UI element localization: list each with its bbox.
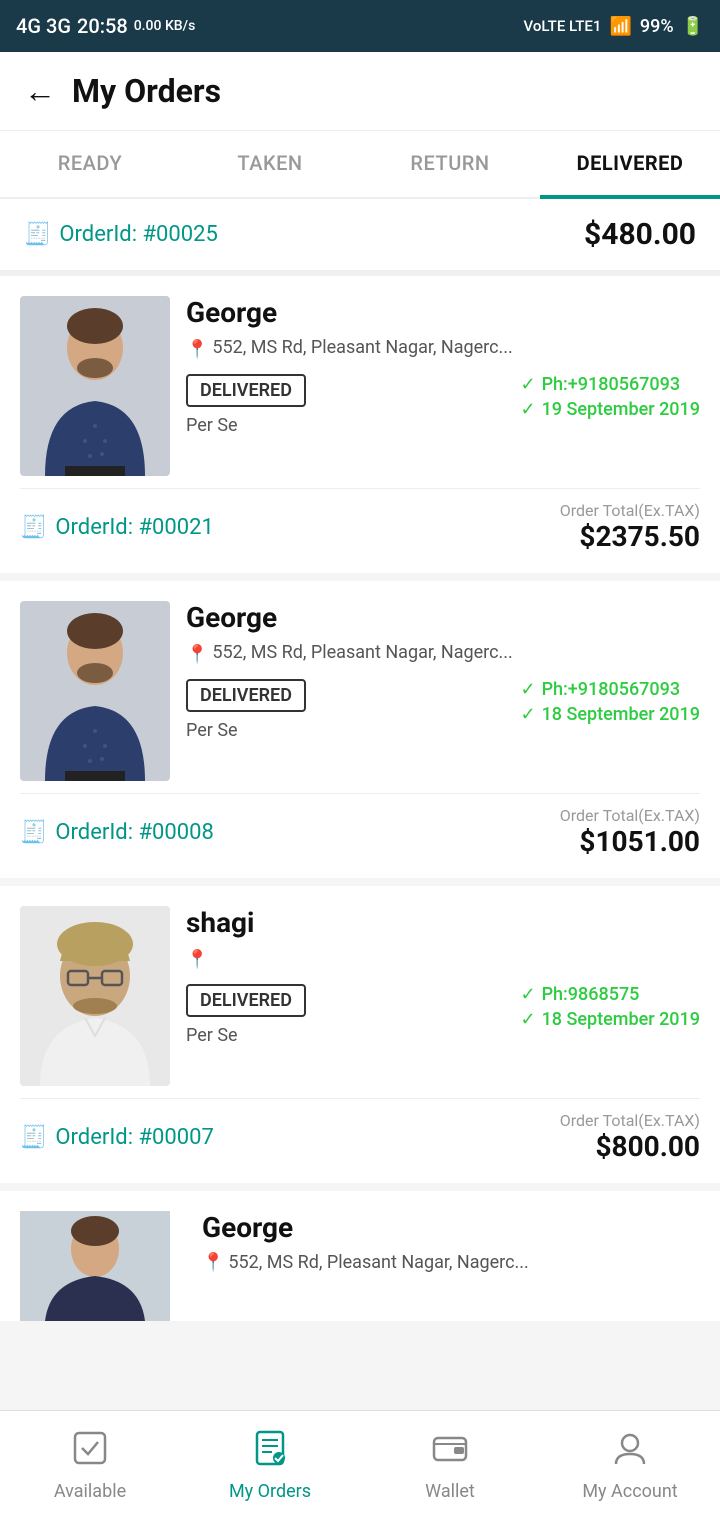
delivery-by: Per Se — [186, 720, 306, 741]
account-icon — [612, 1430, 648, 1475]
tab-taken[interactable]: TAKEN — [180, 131, 360, 197]
summary-amount: $480.00 — [584, 217, 696, 252]
order-total-amount: $1051.00 — [579, 825, 700, 858]
receipt-icon-4: 🧾 — [20, 1125, 47, 1150]
bottom-nav: Available My Orders Wallet My Account — [0, 1410, 720, 1520]
card-bottom: 🧾 OrderId: #00007 Order Total(Ex.TAX) $8… — [20, 1098, 700, 1163]
tab-ready[interactable]: READY — [0, 131, 180, 197]
page-title: My Orders — [72, 72, 221, 110]
receipt-icon-3: 🧾 — [20, 820, 47, 845]
available-icon — [72, 1430, 108, 1475]
card-bottom: 🧾 OrderId: #00008 Order Total(Ex.TAX) $1… — [20, 793, 700, 858]
back-button[interactable]: ← — [24, 72, 56, 110]
network-indicator: 4G 3G — [16, 14, 71, 38]
location-icon-partial: 📍 — [202, 1252, 224, 1273]
check-icon: ✓ — [520, 679, 535, 700]
card-bottom: 🧾 OrderId: #00021 Order Total(Ex.TAX) $2… — [20, 488, 700, 553]
phone-number: Ph:+9180567093 — [542, 374, 681, 395]
status-right: VoLTE LTE1 📶 99% 🔋 — [524, 16, 704, 37]
nav-my-orders[interactable]: My Orders — [180, 1411, 360, 1520]
data-speed: 0.00 KB/s — [134, 18, 196, 34]
order-total-amount: $2375.50 — [579, 520, 700, 553]
check-icon-2: ✓ — [520, 704, 535, 725]
customer-photo — [20, 296, 170, 476]
location-icon: 📍 — [186, 339, 208, 360]
order-total-label: Order Total(Ex.TAX) — [560, 501, 700, 520]
customer-address: 📍 552, MS Rd, Pleasant Nagar, Nagerc... — [186, 642, 700, 665]
summary-row: 🧾 OrderId: #00025 $480.00 — [0, 199, 720, 276]
check-icon: ✓ — [520, 374, 535, 395]
order-id[interactable]: 🧾 OrderId: #00007 — [20, 1125, 214, 1150]
delivery-date: 18 September 2019 — [542, 1009, 700, 1030]
customer-address: 📍 552, MS Rd, Pleasant Nagar, Nagerc... — [186, 337, 700, 360]
header: ← My Orders — [0, 52, 720, 131]
battery-level: 99% — [640, 16, 674, 37]
orders-content: 🧾 OrderId: #00025 $480.00 — [0, 199, 720, 1439]
partial-customer-name: George — [202, 1211, 700, 1244]
check-icon: ✓ — [520, 984, 535, 1005]
location-icon: 📍 — [186, 949, 208, 970]
order-card: George 📍 552, MS Rd, Pleasant Nagar, Nag… — [0, 276, 720, 573]
status-bar: 4G 3G 20:58 0.00 KB/s VoLTE LTE1 📶 99% 🔋 — [0, 0, 720, 52]
volte-indicator: VoLTE LTE1 — [524, 17, 602, 35]
my-orders-label: My Orders — [229, 1481, 311, 1502]
my-orders-icon — [252, 1430, 288, 1475]
status-badge: DELIVERED — [186, 374, 306, 407]
tab-return[interactable]: RETURN — [360, 131, 540, 197]
contact-block: ✓ Ph:+9180567093 ✓ 19 September 2019 — [520, 374, 700, 424]
partial-order-card: George 📍 552, MS Rd, Pleasant Nagar, Nag… — [0, 1191, 720, 1321]
status-left: 4G 3G 20:58 0.00 KB/s — [16, 14, 195, 38]
customer-photo — [20, 601, 170, 781]
partial-photo — [20, 1211, 170, 1321]
my-account-label: My Account — [582, 1481, 677, 1502]
order-total-label: Order Total(Ex.TAX) — [560, 1111, 700, 1130]
wallet-icon — [432, 1430, 468, 1475]
receipt-icon: 🧾 — [24, 222, 51, 247]
order-card: shagi 📍 DELIVERED Per Se ✓ Ph:9868575 — [0, 886, 720, 1183]
order-total-amount: $800.00 — [595, 1130, 700, 1163]
tabs-container: READY TAKEN RETURN DELIVERED — [0, 131, 720, 199]
battery-icon: 🔋 — [682, 16, 704, 37]
customer-address: 📍 — [186, 947, 700, 970]
customer-photo — [20, 906, 170, 1086]
check-icon-2: ✓ — [520, 399, 535, 420]
contact-block: ✓ Ph:9868575 ✓ 18 September 2019 — [520, 984, 700, 1034]
location-icon: 📍 — [186, 644, 208, 665]
delivery-by: Per Se — [186, 415, 306, 436]
contact-block: ✓ Ph:+9180567093 ✓ 18 September 2019 — [520, 679, 700, 729]
nav-wallet[interactable]: Wallet — [360, 1411, 540, 1520]
card-info: George 📍 552, MS Rd, Pleasant Nagar, Nag… — [186, 296, 700, 476]
delivery-by: Per Se — [186, 1025, 306, 1046]
customer-name: George — [186, 601, 700, 634]
tab-delivered[interactable]: DELIVERED — [540, 131, 720, 199]
nav-available[interactable]: Available — [0, 1411, 180, 1520]
status-badge: DELIVERED — [186, 984, 306, 1017]
order-id[interactable]: 🧾 OrderId: #00008 — [20, 820, 214, 845]
card-info: shagi 📍 DELIVERED Per Se ✓ Ph:9868575 — [186, 906, 700, 1086]
card-info: George 📍 552, MS Rd, Pleasant Nagar, Nag… — [186, 601, 700, 781]
wifi-icon: 📶 — [609, 16, 631, 37]
phone-number: Ph:9868575 — [542, 984, 640, 1005]
customer-name: George — [186, 296, 700, 329]
available-label: Available — [54, 1481, 126, 1502]
order-total-label: Order Total(Ex.TAX) — [560, 806, 700, 825]
summary-order-id[interactable]: 🧾 OrderId: #00025 — [24, 222, 218, 247]
phone-number: Ph:+9180567093 — [542, 679, 681, 700]
order-id[interactable]: 🧾 OrderId: #00021 — [20, 515, 214, 540]
order-card: George 📍 552, MS Rd, Pleasant Nagar, Nag… — [0, 581, 720, 878]
partial-address: 📍 552, MS Rd, Pleasant Nagar, Nagerc... — [202, 1252, 700, 1273]
nav-my-account[interactable]: My Account — [540, 1411, 720, 1520]
check-icon-2: ✓ — [520, 1009, 535, 1030]
delivery-date: 19 September 2019 — [542, 399, 700, 420]
status-badge: DELIVERED — [186, 679, 306, 712]
receipt-icon-2: 🧾 — [20, 515, 47, 540]
customer-name: shagi — [186, 906, 700, 939]
time: 20:58 — [77, 14, 128, 38]
delivery-date: 18 September 2019 — [542, 704, 700, 725]
wallet-label: Wallet — [425, 1481, 475, 1502]
